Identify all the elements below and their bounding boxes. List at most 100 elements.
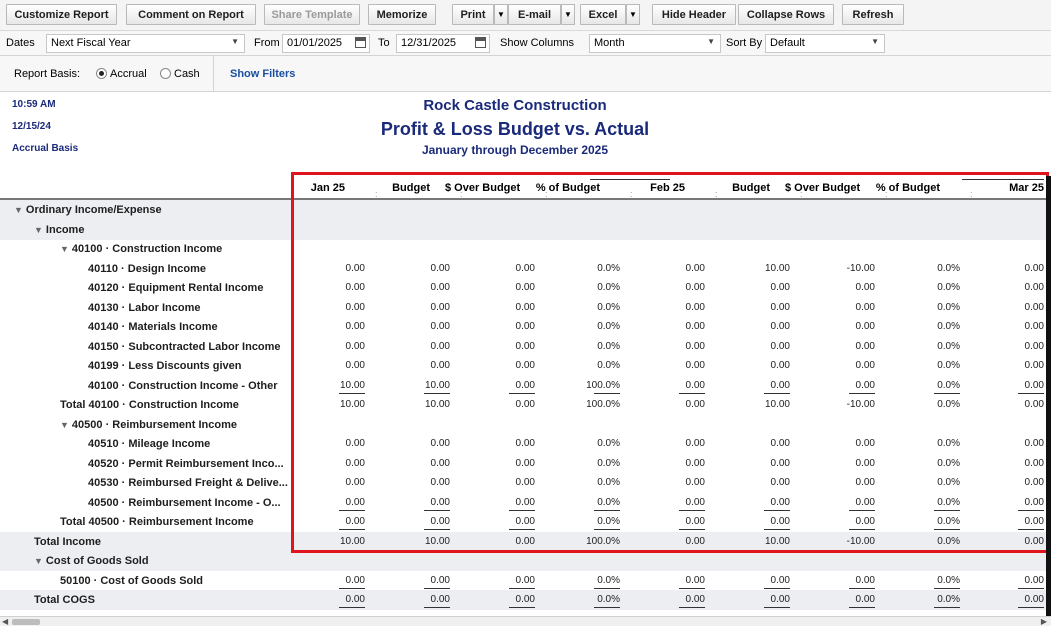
- table-cell[interactable]: 0.00: [380, 321, 450, 332]
- table-row[interactable]: 40120 · Equipment Rental Income 0.00 0.00 0…: [0, 278, 1046, 298]
- table-cell[interactable]: 0.0%: [890, 380, 960, 391]
- table-cell[interactable]: 0.0%: [550, 341, 620, 352]
- table-row[interactable]: 40110 · Design Income 0.00 0.00 0.00 0.0% 0.0…: [0, 259, 1046, 279]
- table-cell[interactable]: 0.0%: [550, 302, 620, 313]
- table-cell[interactable]: 0.00: [635, 497, 705, 508]
- scroll-left-icon[interactable]: ◀: [2, 617, 8, 626]
- table-cell[interactable]: 0.00: [974, 516, 1044, 527]
- table-cell[interactable]: 0.00: [720, 341, 790, 352]
- table-row[interactable]: ▼ Cost of Goods Sold: [0, 551, 1046, 571]
- collapse-triangle-icon[interactable]: ▼: [60, 244, 69, 254]
- table-cell[interactable]: 0.00: [635, 341, 705, 352]
- share-template-button[interactable]: Share Template: [264, 4, 360, 25]
- table-cell[interactable]: 0.00: [635, 575, 705, 586]
- table-cell[interactable]: 0.0%: [550, 282, 620, 293]
- table-cell[interactable]: 0.00: [805, 516, 875, 527]
- excel-dropdown-icon[interactable]: ▼: [626, 4, 640, 25]
- table-cell[interactable]: 0.00: [295, 360, 365, 371]
- table-cell[interactable]: 0.00: [380, 458, 450, 469]
- table-cell[interactable]: 0.00: [380, 516, 450, 527]
- table-cell[interactable]: 0.00: [465, 438, 535, 449]
- table-cell[interactable]: 10.00: [720, 536, 790, 547]
- vertical-scrollbar[interactable]: [1046, 176, 1051, 616]
- table-cell[interactable]: 0.0%: [890, 360, 960, 371]
- table-cell[interactable]: 0.00: [465, 575, 535, 586]
- table-cell[interactable]: 0.0%: [890, 536, 960, 547]
- table-cell[interactable]: 0.00: [974, 438, 1044, 449]
- table-cell[interactable]: 0.00: [635, 516, 705, 527]
- table-cell[interactable]: 0.0%: [550, 263, 620, 274]
- table-cell[interactable]: 0.0%: [890, 438, 960, 449]
- collapse-triangle-icon[interactable]: ▼: [34, 225, 43, 235]
- table-cell[interactable]: 0.00: [295, 341, 365, 352]
- column-header[interactable]: $ Over Budget: [445, 182, 520, 194]
- memorize-button[interactable]: Memorize: [368, 4, 436, 25]
- table-cell[interactable]: 0.00: [465, 458, 535, 469]
- table-row[interactable]: Total Income 10.00 10.00 0.00 100.0% 0.00 10.0…: [0, 531, 1046, 552]
- table-row[interactable]: 40150 · Subcontracted Labor Income 0.00 0.…: [0, 337, 1046, 357]
- table-cell[interactable]: 100.0%: [550, 536, 620, 547]
- table-row[interactable]: 40199 · Less Discounts given 0.00 0.00 0.00…: [0, 356, 1046, 376]
- table-cell[interactable]: 0.00: [805, 321, 875, 332]
- table-cell[interactable]: 10.00: [295, 380, 365, 391]
- collapse-triangle-icon[interactable]: ▼: [14, 205, 23, 215]
- table-cell[interactable]: 0.00: [465, 360, 535, 371]
- table-cell[interactable]: 0.00: [635, 458, 705, 469]
- column-header[interactable]: % of Budget: [530, 182, 600, 194]
- table-cell[interactable]: 0.00: [805, 575, 875, 586]
- table-cell[interactable]: 0.0%: [890, 302, 960, 313]
- table-cell[interactable]: 0.0%: [890, 263, 960, 274]
- table-cell[interactable]: 0.00: [974, 380, 1044, 391]
- table-cell[interactable]: 0.00: [465, 497, 535, 508]
- table-cell[interactable]: 0.00: [805, 302, 875, 313]
- table-cell[interactable]: 0.0%: [550, 497, 620, 508]
- table-cell[interactable]: 0.00: [380, 594, 450, 605]
- table-cell[interactable]: 0.00: [720, 302, 790, 313]
- table-cell[interactable]: 0.00: [635, 282, 705, 293]
- table-cell[interactable]: 0.00: [635, 380, 705, 391]
- table-cell[interactable]: 0.00: [805, 477, 875, 488]
- table-cell[interactable]: 0.0%: [890, 516, 960, 527]
- table-row[interactable]: ▼ Ordinary Income/Expense: [0, 200, 1046, 220]
- table-cell[interactable]: 0.00: [720, 321, 790, 332]
- table-cell[interactable]: -10.00: [805, 536, 875, 547]
- print-dropdown-icon[interactable]: ▼: [494, 4, 508, 25]
- table-cell[interactable]: 0.0%: [890, 321, 960, 332]
- table-cell[interactable]: 10.00: [380, 380, 450, 391]
- column-header[interactable]: Budget: [700, 182, 770, 194]
- table-cell[interactable]: 0.0%: [550, 458, 620, 469]
- table-cell[interactable]: 0.00: [720, 516, 790, 527]
- table-cell[interactable]: -10.00: [805, 399, 875, 410]
- table-cell[interactable]: 0.00: [974, 575, 1044, 586]
- table-cell[interactable]: 100.0%: [550, 399, 620, 410]
- table-cell[interactable]: 0.0%: [550, 516, 620, 527]
- table-row[interactable]: 40130 · Labor Income 0.00 0.00 0.00 0.0% 0.00…: [0, 298, 1046, 318]
- table-cell[interactable]: 0.00: [380, 477, 450, 488]
- table-cell[interactable]: 10.00: [720, 399, 790, 410]
- hide-header-button[interactable]: Hide Header: [652, 4, 736, 25]
- column-header[interactable]: Feb 25: [615, 182, 685, 194]
- table-cell[interactable]: 0.00: [805, 282, 875, 293]
- radio-selected-icon[interactable]: [96, 68, 107, 79]
- table-cell[interactable]: 0.00: [720, 477, 790, 488]
- column-header[interactable]: % of Budget: [870, 182, 940, 194]
- calendar-icon[interactable]: [355, 37, 366, 48]
- table-cell[interactable]: 0.00: [805, 497, 875, 508]
- table-cell[interactable]: 0.00: [295, 302, 365, 313]
- table-cell[interactable]: 0.00: [465, 399, 535, 410]
- dates-select[interactable]: Next Fiscal Year ▼: [46, 34, 245, 53]
- table-cell[interactable]: 0.00: [465, 302, 535, 313]
- table-cell[interactable]: 0.00: [465, 321, 535, 332]
- table-cell[interactable]: 0.0%: [890, 341, 960, 352]
- table-cell[interactable]: 0.00: [720, 497, 790, 508]
- table-cell[interactable]: 0.00: [465, 282, 535, 293]
- table-row[interactable]: ▼ 40100 · Construction Income: [0, 239, 1046, 259]
- table-cell[interactable]: 0.00: [720, 458, 790, 469]
- collapse-triangle-icon[interactable]: ▼: [60, 420, 69, 430]
- table-cell[interactable]: 0.00: [380, 360, 450, 371]
- table-cell[interactable]: 0.0%: [890, 458, 960, 469]
- table-cell[interactable]: 0.00: [465, 516, 535, 527]
- table-cell[interactable]: 0.00: [720, 380, 790, 391]
- table-row[interactable]: 40530 · Reimbursed Freight & Delive... 0.…: [0, 473, 1046, 493]
- table-row[interactable]: Total 40500 · Reimbursement Income 0.00 0.…: [0, 512, 1046, 532]
